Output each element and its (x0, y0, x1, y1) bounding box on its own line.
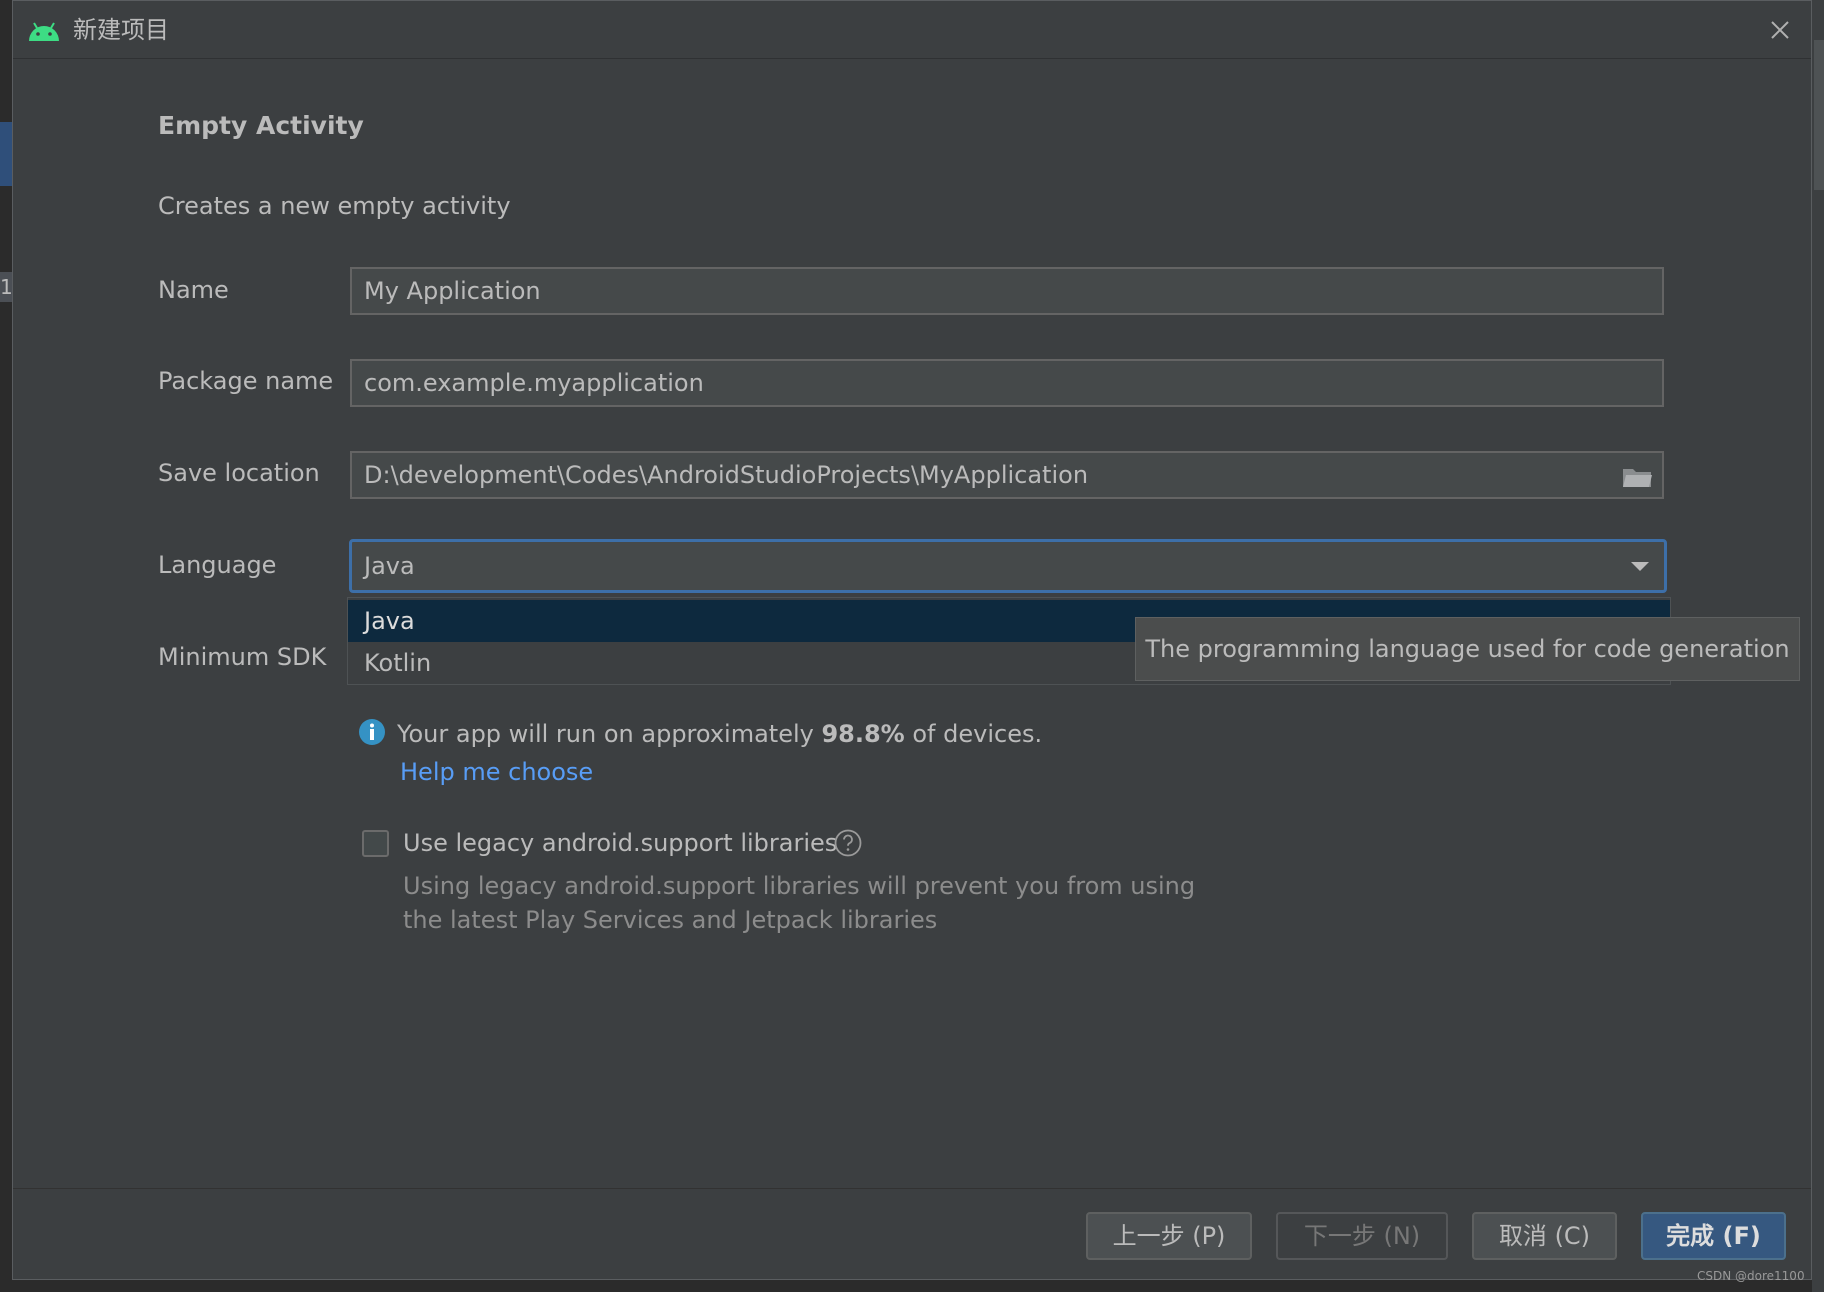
name-label: Name (158, 276, 229, 304)
ide-scroll-thumb (1814, 40, 1824, 190)
android-icon (29, 22, 59, 41)
legacy-support-label[interactable]: Use legacy android.support libraries (403, 826, 837, 860)
new-project-dialog: 新建项目 Empty Activity Creates a new empty … (12, 0, 1812, 1280)
language-selected-value: Java (364, 552, 415, 580)
chevron-down-icon (1631, 562, 1649, 571)
ide-right-panel (1812, 0, 1824, 1292)
next-button[interactable]: 下一步 (N) (1276, 1212, 1448, 1260)
help-me-choose-link[interactable]: Help me choose (400, 755, 593, 789)
language-label: Language (158, 551, 277, 579)
finish-button[interactable]: 完成 (F) (1641, 1212, 1786, 1260)
template-heading: Empty Activity (158, 111, 364, 140)
language-dropdown[interactable]: Java (349, 539, 1667, 593)
language-tooltip: The programming language used for code g… (1135, 617, 1800, 681)
previous-button[interactable]: 上一步 (P) (1086, 1212, 1252, 1260)
close-icon[interactable] (1763, 13, 1797, 47)
name-field[interactable]: My Application (350, 267, 1664, 315)
package-name-field[interactable]: com.example.myapplication (350, 359, 1664, 407)
save-location-field[interactable]: D:\development\Codes\AndroidStudioProjec… (350, 451, 1664, 499)
dialog-title: 新建项目 (73, 16, 169, 44)
info-icon (359, 719, 385, 745)
device-coverage-percent: 98.8% (821, 720, 905, 748)
footer-divider (13, 1188, 1811, 1189)
minimum-sdk-label: Minimum SDK (158, 643, 327, 671)
device-coverage-text: Your app will run on approximately 98.8%… (397, 720, 1043, 748)
folder-icon[interactable] (1620, 463, 1654, 491)
legacy-hint-line-1: Using legacy android.support libraries w… (403, 872, 1196, 900)
cancel-button[interactable]: 取消 (C) (1472, 1212, 1617, 1260)
watermark: CSDN @dore1100 (1697, 1269, 1805, 1283)
package-name-label: Package name (158, 367, 334, 395)
template-description: Creates a new empty activity (158, 192, 511, 220)
dialog-titlebar: 新建项目 (13, 1, 1811, 59)
legacy-hint-line-2: the latest Play Services and Jetpack lib… (403, 906, 938, 934)
ide-line-number: 1 (0, 272, 12, 302)
save-location-label: Save location (158, 459, 320, 487)
question-icon[interactable] (833, 828, 863, 858)
ide-side-accent (0, 122, 12, 186)
legacy-support-checkbox[interactable] (362, 830, 389, 857)
